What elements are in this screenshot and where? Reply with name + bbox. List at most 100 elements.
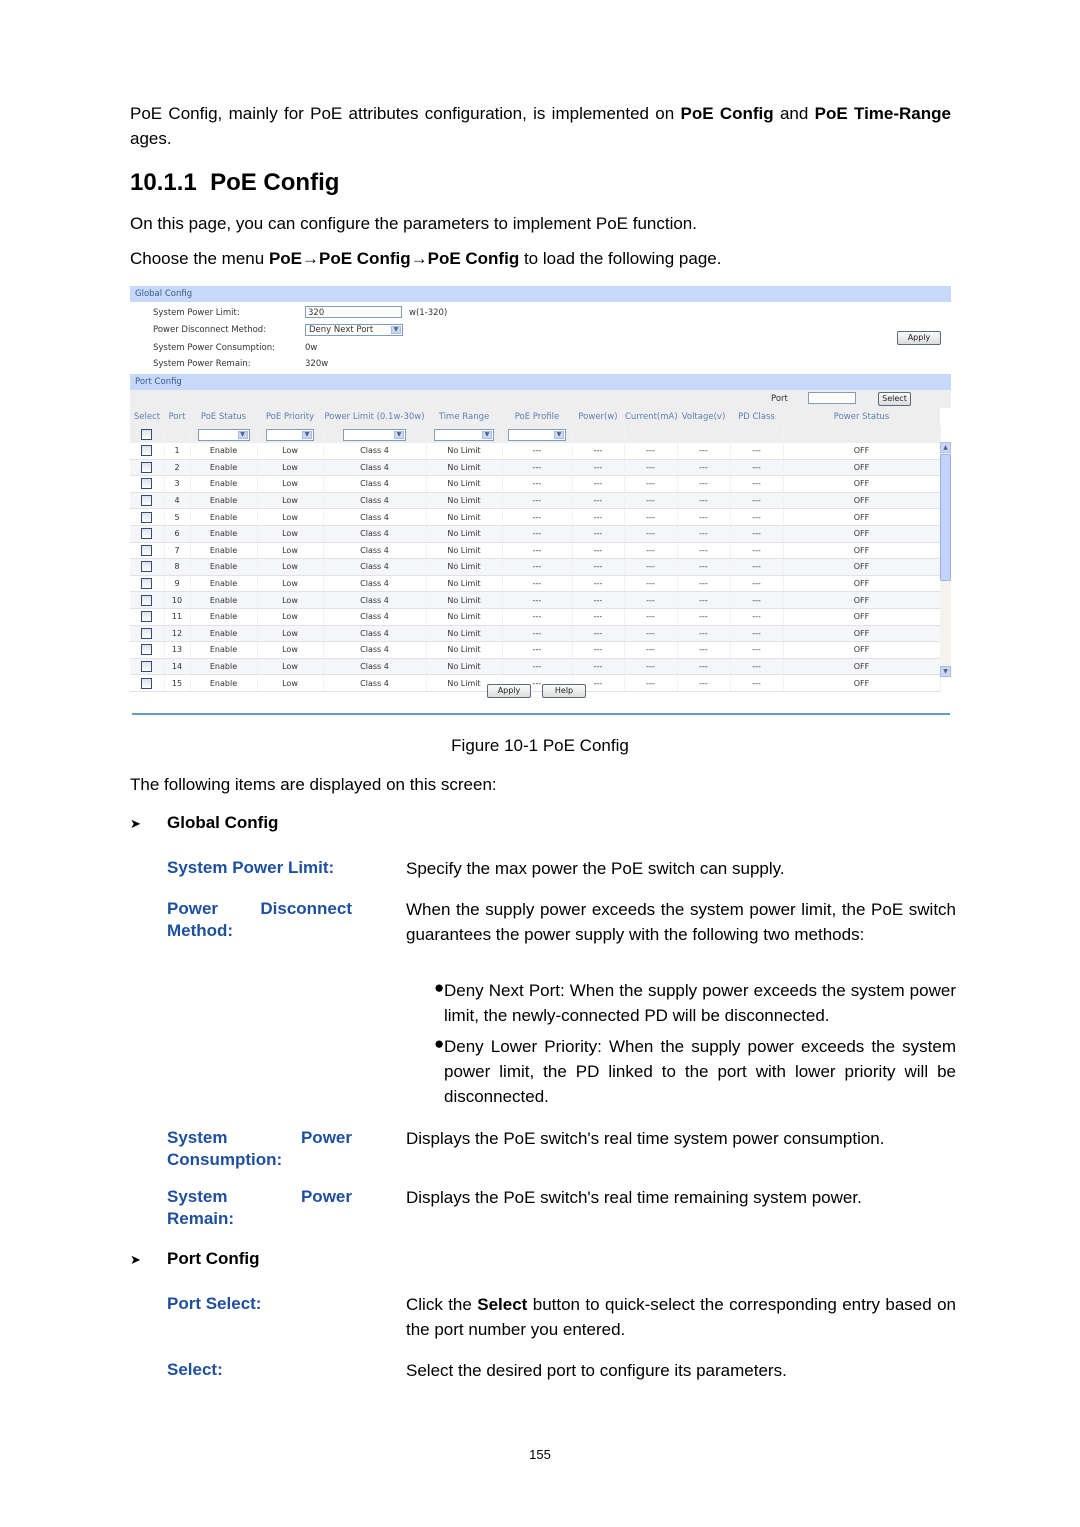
port-cell: 14: [164, 658, 191, 676]
row-select-checkbox[interactable]: [141, 478, 153, 490]
bullet-icon: ●: [434, 978, 445, 997]
poe-status-cell: Enable: [190, 475, 258, 493]
table-row: 11 Enable Low Class 4 No Limit --- --- --- --- --…: [130, 608, 941, 626]
port-cell: 2: [164, 459, 191, 477]
voltage-cell: ---: [677, 492, 731, 510]
power-limit-filter-select[interactable]: ▼: [343, 428, 406, 441]
scroll-down-icon[interactable]: ▼: [940, 666, 951, 677]
time-range-cell: No Limit: [426, 443, 503, 460]
row-select-checkbox[interactable]: [141, 611, 153, 623]
poe-priority-cell: Low: [257, 608, 324, 626]
port-select-toolbar: Port Select: [130, 390, 951, 408]
pd-class-cell: ---: [730, 508, 784, 526]
port-label: Port: [771, 394, 788, 404]
time-range-cell: No Limit: [426, 591, 503, 609]
power-cell: ---: [572, 608, 625, 626]
row-select-checkbox[interactable]: [141, 594, 153, 606]
time-range-cell: No Limit: [426, 641, 503, 659]
poe-status-filter-select[interactable]: ▼: [197, 428, 250, 441]
current-cell: ---: [624, 641, 678, 659]
global-apply-button[interactable]: Apply: [897, 331, 941, 345]
col-port: Port: [164, 408, 190, 426]
power-disconnect-method-label: Power Disconnect Method:: [153, 325, 267, 335]
arrow-bullet-icon: ➤: [130, 816, 141, 831]
time-range-filter-select[interactable]: ▼: [434, 428, 494, 441]
row-select-checkbox[interactable]: [141, 661, 153, 673]
row-select-checkbox[interactable]: [141, 627, 153, 639]
scrollbar-thumb[interactable]: [940, 454, 951, 581]
port-apply-button[interactable]: Apply: [487, 684, 531, 698]
time-range-cell: No Limit: [426, 525, 503, 543]
col-current: Current(mA): [624, 408, 678, 426]
power-limit-cell: Class 4: [323, 608, 427, 626]
port-select-button[interactable]: Select: [878, 392, 911, 406]
poe-priority-cell: Low: [257, 558, 324, 576]
row-select-checkbox[interactable]: [141, 644, 153, 656]
port-config-heading: Port Config: [167, 1249, 260, 1268]
pd-class-cell: ---: [730, 542, 784, 560]
power-cell: ---: [572, 558, 625, 576]
poe-priority-filter-select[interactable]: ▼: [266, 428, 314, 441]
power-limit-cell: Class 4: [323, 508, 427, 526]
power-status-cell: OFF: [783, 641, 941, 659]
power-status-cell: OFF: [783, 443, 941, 460]
time-range-cell: No Limit: [426, 608, 503, 626]
bullet-icon: ●: [434, 1034, 445, 1053]
power-status-cell: OFF: [783, 558, 941, 576]
table-scrollbar[interactable]: ▲ ▼: [940, 442, 951, 677]
row-select-checkbox[interactable]: [141, 495, 153, 507]
table-row: 15 Enable Low Class 4 No Limit --- --- --- --- --…: [130, 674, 941, 692]
current-cell: ---: [624, 475, 678, 493]
pd-class-cell: ---: [730, 608, 784, 626]
power-cell: ---: [572, 575, 625, 593]
row-select-checkbox[interactable]: [141, 445, 153, 457]
poe-status-cell: Enable: [190, 542, 258, 560]
poe-priority-cell: Low: [257, 525, 324, 543]
port-cell: 11: [164, 608, 191, 626]
pd-class-cell: ---: [730, 459, 784, 477]
power-limit-cell: Class 4: [323, 443, 427, 460]
system-power-limit-input[interactable]: 320: [305, 306, 402, 318]
help-button[interactable]: Help: [542, 684, 586, 698]
row-select-checkbox[interactable]: [141, 677, 153, 689]
power-limit-cell: Class 4: [323, 492, 427, 510]
current-cell: ---: [624, 608, 678, 626]
section-heading: 10.1.1 PoE Config: [130, 169, 340, 196]
power-disconnect-method-select[interactable]: Deny Next Port ▼: [305, 324, 403, 336]
row-select-checkbox[interactable]: [141, 544, 153, 556]
current-cell: ---: [624, 459, 678, 477]
row-select-checkbox[interactable]: [141, 461, 153, 473]
poe-profile-cell: ---: [502, 492, 573, 510]
row-select-checkbox[interactable]: [141, 578, 153, 590]
poe-profile-cell: ---: [502, 591, 573, 609]
row-select-checkbox[interactable]: [141, 528, 153, 540]
col-power: Power(w): [572, 408, 624, 426]
table-row: 14 Enable Low Class 4 No Limit --- --- --- --- --…: [130, 658, 941, 676]
power-status-cell: OFF: [783, 492, 941, 510]
voltage-cell: ---: [677, 674, 731, 692]
poe-priority-cell: Low: [257, 658, 324, 676]
page-number: 155: [529, 1447, 551, 1462]
table-row: 2 Enable Low Class 4 No Limit --- --- --- --- ---…: [130, 459, 941, 477]
row-select-checkbox[interactable]: [141, 511, 153, 523]
def-power-disconnect-method: When the supply power exceeds the system…: [406, 900, 956, 944]
poe-status-cell: Enable: [190, 658, 258, 676]
power-cell: ---: [572, 492, 625, 510]
power-status-cell: OFF: [783, 625, 941, 643]
time-range-cell: No Limit: [426, 475, 503, 493]
power-status-cell: OFF: [783, 542, 941, 560]
power-cell: ---: [572, 459, 625, 477]
port-cell: 9: [164, 575, 191, 593]
port-cell: 3: [164, 475, 191, 493]
table-row: 5 Enable Low Class 4 No Limit --- --- --- --- ---…: [130, 508, 941, 526]
voltage-cell: ---: [677, 525, 731, 543]
port-table: Select Port PoE Status PoE Priority Powe…: [130, 408, 941, 692]
power-cell: ---: [572, 443, 625, 460]
port-input[interactable]: [808, 392, 856, 404]
row-select-checkbox[interactable]: [141, 561, 153, 573]
power-limit-cell: Class 4: [323, 542, 427, 560]
scroll-up-icon[interactable]: ▲: [940, 442, 951, 453]
select-all-checkbox[interactable]: [141, 429, 153, 440]
poe-profile-filter-select[interactable]: ▼: [508, 428, 566, 441]
time-range-cell: No Limit: [426, 492, 503, 510]
